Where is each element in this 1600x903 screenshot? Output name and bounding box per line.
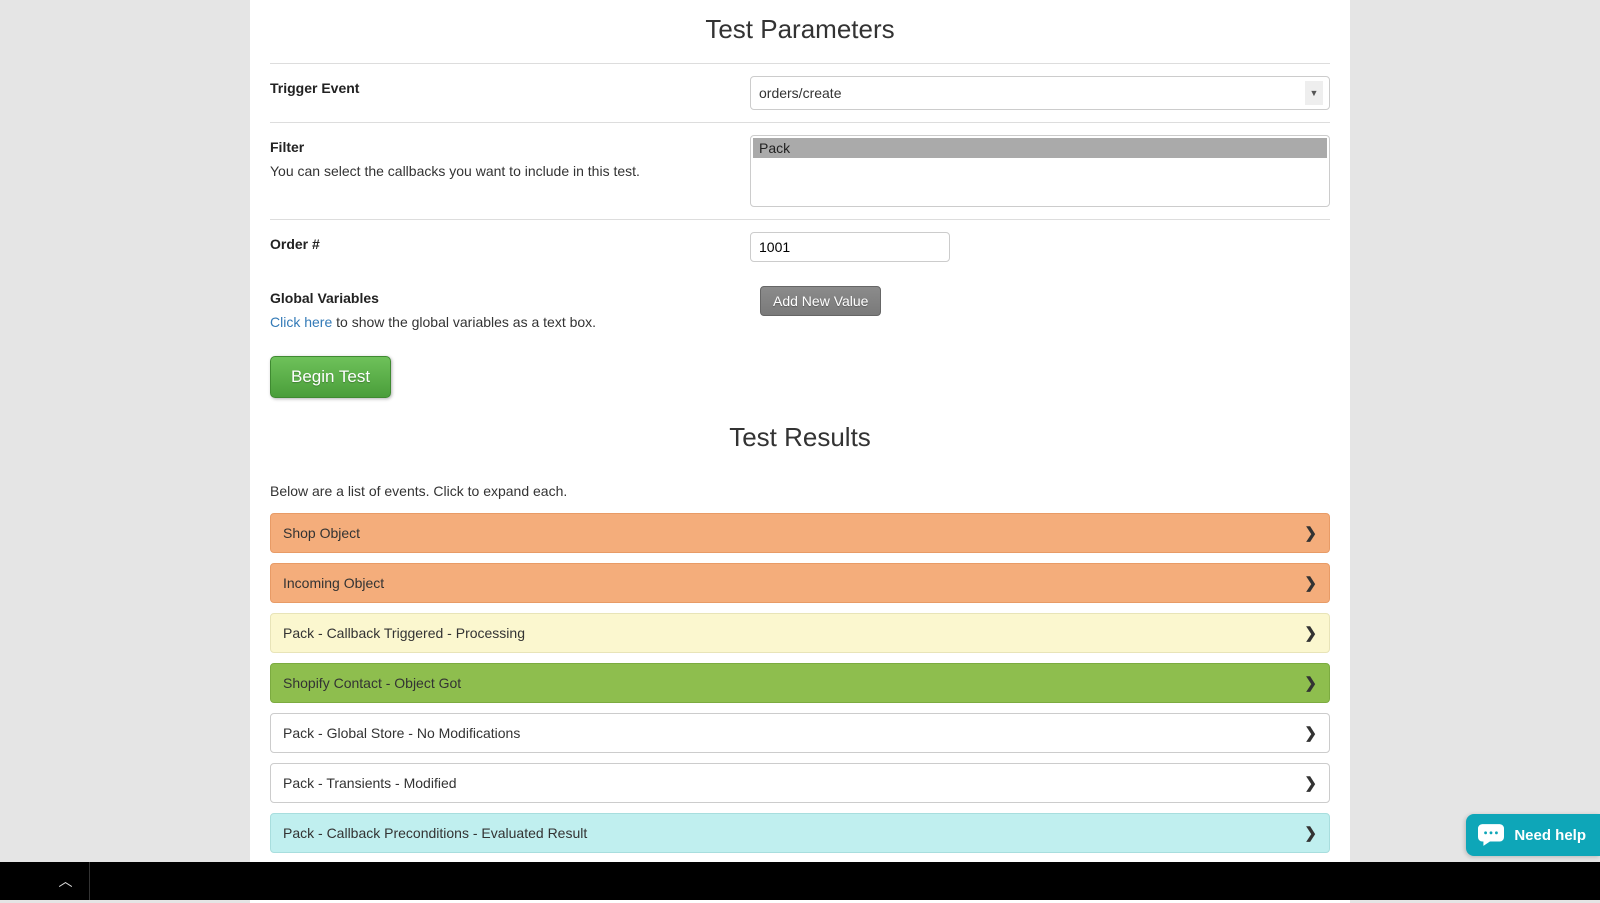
test-results-title: Test Results xyxy=(270,408,1330,471)
chat-icon xyxy=(1478,824,1504,846)
chevron-right-icon: ❯ xyxy=(1304,624,1317,642)
result-panel[interactable]: Pack - Transients - Modified ❯ xyxy=(270,763,1330,803)
chevron-right-icon: ❯ xyxy=(1304,674,1317,692)
chevron-right-icon: ❯ xyxy=(1304,774,1317,792)
filter-label-col: Filter You can select the callbacks you … xyxy=(270,135,750,207)
result-panel-label: Incoming Object xyxy=(283,575,384,591)
test-parameters-title: Test Parameters xyxy=(270,0,1330,63)
help-widget-label: Need help xyxy=(1514,827,1586,844)
globals-label: Global Variables xyxy=(270,290,730,306)
result-panel[interactable]: Pack - Callback Preconditions - Evaluate… xyxy=(270,813,1330,853)
results-intro-text: Below are a list of events. Click to exp… xyxy=(270,483,1330,499)
globals-help-rest: to show the global variables as a text b… xyxy=(332,314,596,330)
result-panel[interactable]: Shopify Contact - Object Got ❯ xyxy=(270,663,1330,703)
globals-row: Global Variables Click here to show the … xyxy=(270,274,1330,342)
result-panel[interactable]: Pack - Global Store - No Modifications ❯ xyxy=(270,713,1330,753)
begin-test-button[interactable]: Begin Test xyxy=(270,356,391,398)
result-panel-label: Shopify Contact - Object Got xyxy=(283,675,461,691)
bottom-bar: ︿ xyxy=(0,862,1600,900)
result-panel-label: Pack - Transients - Modified xyxy=(283,775,457,791)
chevron-right-icon: ❯ xyxy=(1304,724,1317,742)
result-panel-label: Pack - Callback Preconditions - Evaluate… xyxy=(283,825,587,841)
order-label: Order # xyxy=(270,236,730,252)
trigger-event-label-col: Trigger Event xyxy=(270,76,750,110)
trigger-event-input-col: orders/create ▼ xyxy=(750,76,1330,110)
chevron-right-icon: ❯ xyxy=(1304,824,1317,842)
filter-help-text: You can select the callbacks you want to… xyxy=(270,163,730,179)
order-number-input[interactable] xyxy=(750,232,950,262)
result-panel[interactable]: Pack - Callback Triggered - Processing ❯ xyxy=(270,613,1330,653)
trigger-event-select[interactable]: orders/create ▼ xyxy=(750,76,1330,110)
help-widget[interactable]: Need help xyxy=(1466,814,1600,856)
globals-click-here-link[interactable]: Click here xyxy=(270,314,332,330)
result-panel[interactable]: Incoming Object ❯ xyxy=(270,563,1330,603)
result-panel-label: Pack - Callback Triggered - Processing xyxy=(283,625,525,641)
filter-row: Filter You can select the callbacks you … xyxy=(270,122,1330,219)
order-row: Order # xyxy=(270,219,1330,274)
result-panel-label: Pack - Global Store - No Modifications xyxy=(283,725,520,741)
chevron-right-icon: ❯ xyxy=(1304,524,1317,542)
scroll-top-button[interactable]: ︿ xyxy=(42,862,90,900)
globals-input-col: Add New Value xyxy=(750,286,1330,330)
chevron-right-icon: ❯ xyxy=(1304,574,1317,592)
filter-label: Filter xyxy=(270,139,730,155)
trigger-event-row: Trigger Event orders/create ▼ xyxy=(270,63,1330,122)
chevron-up-icon: ︿ xyxy=(59,871,73,891)
globals-label-col: Global Variables Click here to show the … xyxy=(270,286,750,330)
add-new-value-button[interactable]: Add New Value xyxy=(760,286,881,316)
trigger-event-value: orders/create xyxy=(759,85,841,101)
chevron-down-icon: ▼ xyxy=(1305,81,1323,105)
filter-listbox[interactable]: Pack xyxy=(750,135,1330,207)
main-container: Test Parameters Trigger Event orders/cre… xyxy=(250,0,1350,903)
order-input-col xyxy=(750,232,1330,262)
results-list: Shop Object❯Incoming Object❯Pack - Callb… xyxy=(270,513,1330,853)
trigger-event-label: Trigger Event xyxy=(270,80,730,96)
result-panel-label: Shop Object xyxy=(283,525,360,541)
filter-listbox-item[interactable]: Pack xyxy=(753,138,1327,158)
begin-test-row: Begin Test xyxy=(270,342,1330,408)
filter-input-col: Pack xyxy=(750,135,1330,207)
globals-help: Click here to show the global variables … xyxy=(270,314,730,330)
result-panel[interactable]: Shop Object ❯ xyxy=(270,513,1330,553)
order-label-col: Order # xyxy=(270,232,750,262)
